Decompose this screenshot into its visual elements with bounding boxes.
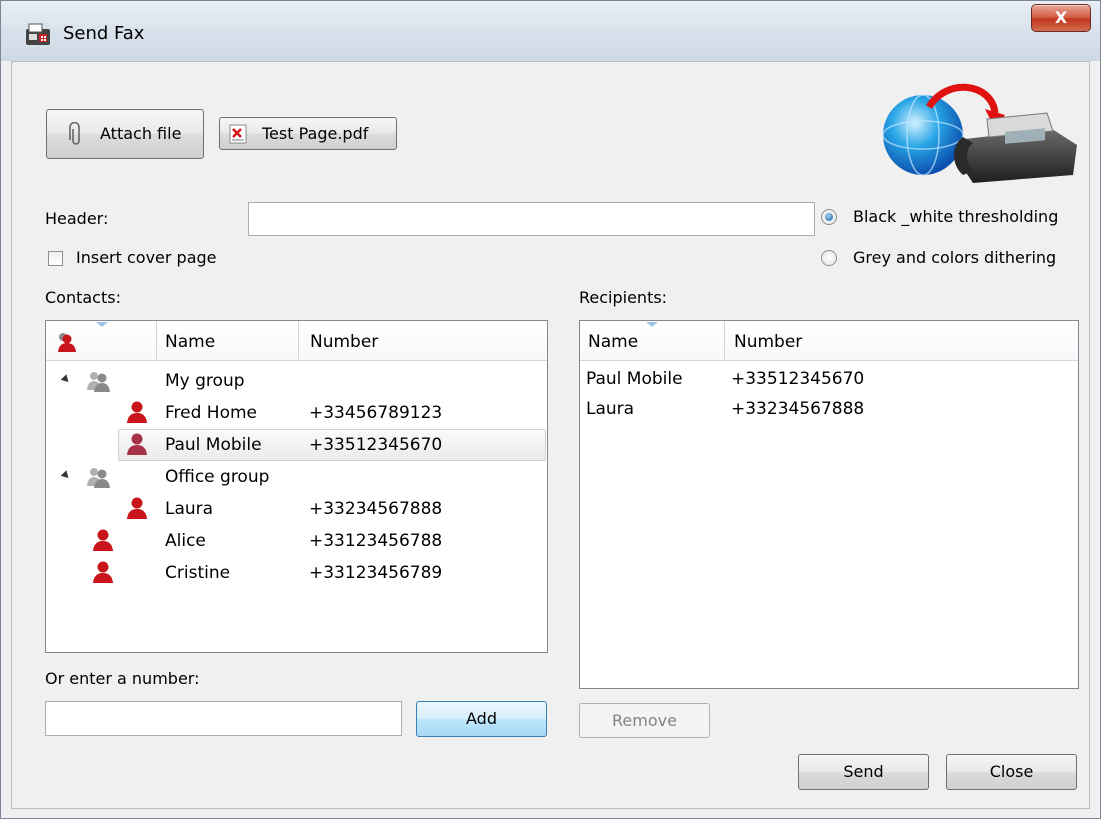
cover-page-checkbox[interactable] — [48, 251, 63, 266]
contact-group-row[interactable]: Office group — [46, 464, 547, 496]
send-button[interactable]: Send — [798, 754, 929, 790]
remove-button[interactable]: Remove — [579, 703, 710, 738]
recipient-name: Paul Mobile — [586, 369, 683, 389]
recipients-column-number-label: Number — [734, 332, 803, 352]
contacts-column-number[interactable]: Number — [299, 321, 547, 361]
user-icon — [92, 560, 114, 589]
contact-row[interactable]: Alice +33123456788 — [46, 528, 547, 560]
contact-number: +33456789123 — [309, 403, 443, 423]
header-input[interactable] — [248, 202, 815, 236]
grey-dithering-radio[interactable] — [821, 250, 837, 266]
contact-number: +33234567888 — [309, 499, 443, 519]
contacts-column-name-label: Name — [165, 332, 216, 352]
contact-name: Alice — [165, 531, 206, 551]
paperclip-icon — [69, 122, 80, 145]
attach-file-label: Attach file — [100, 124, 182, 143]
close-button-label: Close — [989, 762, 1034, 781]
recipient-number: +33234567888 — [731, 399, 865, 419]
contact-row[interactable]: Cristine +33123456789 — [46, 560, 547, 592]
contact-row[interactable]: Laura +33234567888 — [46, 496, 547, 528]
add-button[interactable]: Add — [416, 701, 547, 737]
add-button-label: Add — [466, 709, 497, 728]
user-icon — [126, 432, 148, 461]
attach-file-button[interactable]: Attach file — [46, 109, 204, 159]
expand-toggle-icon[interactable] — [60, 470, 72, 481]
contacts-label: Contacts: — [45, 288, 121, 307]
globe-fax-logo — [882, 83, 1077, 183]
contact-name: Paul Mobile — [165, 435, 262, 455]
group-icon — [86, 370, 112, 397]
contact-name: Fred Home — [165, 403, 258, 423]
sort-indicator-icon — [96, 322, 108, 327]
close-icon: X — [1054, 8, 1068, 27]
user-icon — [126, 496, 148, 525]
bw-thresholding-label: Black _white thresholding — [853, 207, 1059, 226]
group-icon — [86, 466, 112, 493]
contacts-column-number-label: Number — [310, 332, 379, 352]
recipient-row[interactable]: Laura +33234567888 — [580, 396, 1078, 426]
enter-number-label: Or enter a number: — [45, 669, 200, 688]
recipients-label: Recipients: — [579, 288, 668, 307]
recipient-name: Laura — [586, 399, 635, 419]
recipients-column-number[interactable]: Number — [725, 321, 1078, 361]
contact-number: +33123456789 — [309, 563, 443, 583]
sort-indicator-icon — [646, 322, 658, 327]
contact-number: +33512345670 — [309, 435, 443, 455]
recipients-column-name[interactable]: Name — [580, 321, 725, 361]
window-close-button[interactable]: X — [1031, 4, 1091, 32]
contact-name: Office group — [165, 467, 270, 487]
header-label: Header: — [45, 209, 109, 228]
title-bar[interactable]: Send Fax X — [1, 1, 1100, 61]
grey-dithering-label: Grey and colors dithering — [853, 248, 1057, 267]
contacts-column-name[interactable]: Name — [157, 321, 299, 361]
contact-name: My group — [165, 371, 245, 391]
contact-name: Laura — [165, 499, 214, 519]
send-fax-window: Send Fax X Attach file Test Page.pdf Hea… — [0, 0, 1101, 819]
remove-button-label: Remove — [612, 711, 677, 730]
enter-number-input[interactable] — [45, 701, 402, 736]
window-title: Send Fax — [63, 23, 145, 44]
attachment-name: Test Page.pdf — [262, 124, 369, 143]
contact-row[interactable]: Paul Mobile +33512345670 — [46, 432, 547, 464]
recipients-column-name-label: Name — [588, 332, 639, 352]
contact-number: +33123456788 — [309, 531, 443, 551]
contact-group-row[interactable]: My group — [46, 368, 547, 400]
attachment-chip[interactable]: Test Page.pdf — [219, 117, 397, 150]
recipients-list[interactable]: Name Number Paul Mobile +33512345670 Laura… — [579, 320, 1079, 689]
contact-name: Cristine — [165, 563, 231, 583]
user-icon — [58, 333, 76, 352]
recipient-row[interactable]: Paul Mobile +33512345670 — [580, 366, 1078, 396]
bw-thresholding-radio[interactable] — [821, 209, 837, 225]
user-icon — [92, 528, 114, 557]
contacts-tree[interactable]: Name Number My group Fred Home +3345678912… — [45, 320, 548, 653]
send-button-label: Send — [843, 762, 884, 781]
pdf-icon — [229, 124, 247, 144]
cover-page-label: Insert cover page — [76, 248, 217, 267]
user-icon — [126, 400, 148, 429]
contact-row[interactable]: Fred Home +33456789123 — [46, 400, 547, 432]
recipient-number: +33512345670 — [731, 369, 865, 389]
fax-app-icon — [26, 23, 50, 45]
close-button[interactable]: Close — [946, 754, 1077, 790]
contacts-column-icon[interactable] — [46, 321, 157, 361]
expand-toggle-icon[interactable] — [60, 374, 72, 385]
